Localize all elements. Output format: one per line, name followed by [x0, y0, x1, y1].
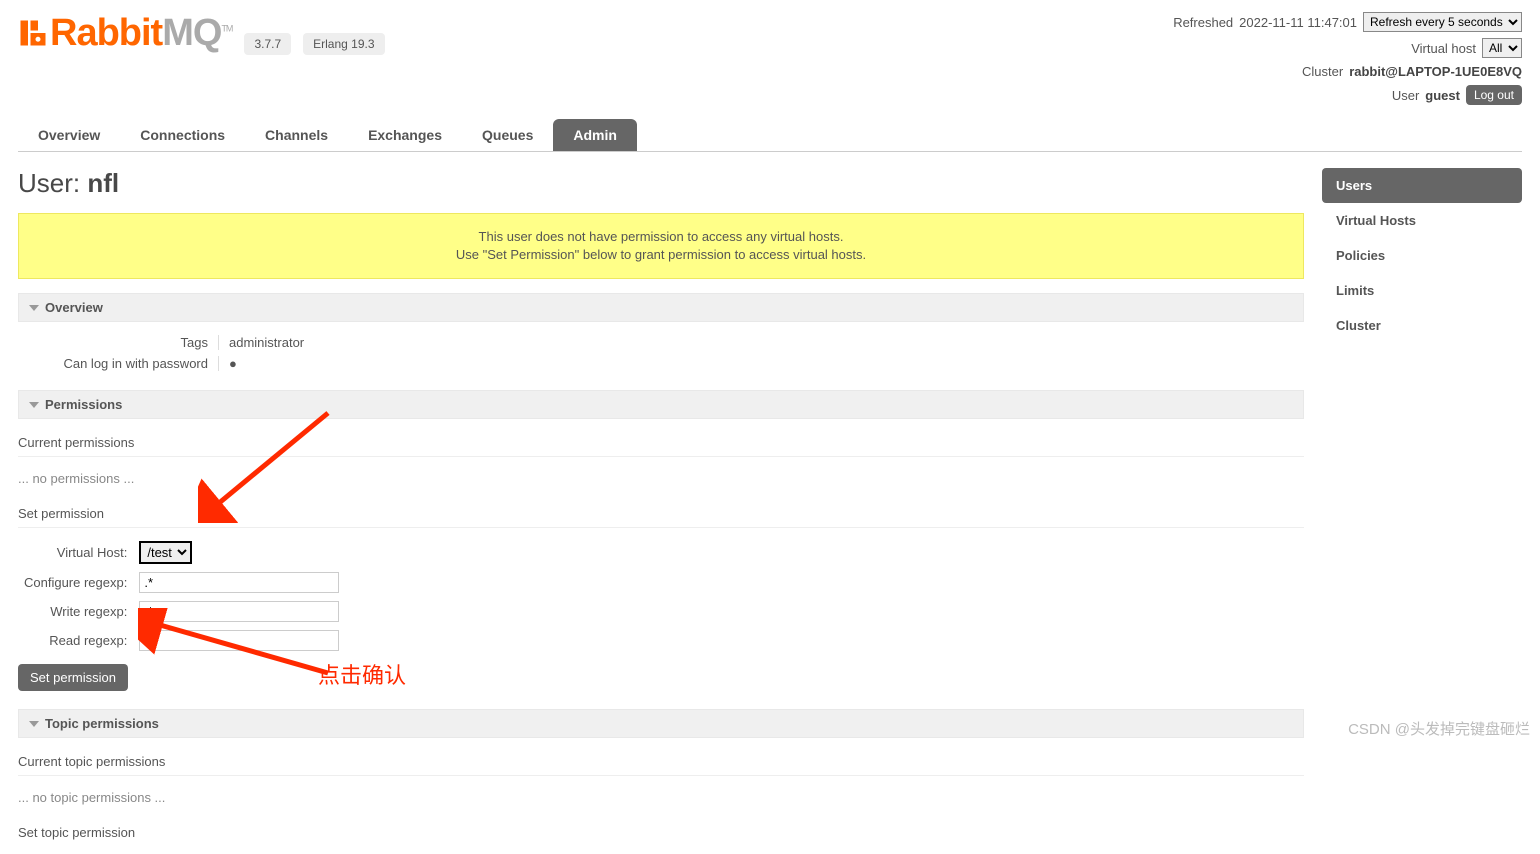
vhost-select[interactable]: All	[1482, 38, 1522, 58]
sidebar-item-policies[interactable]: Policies	[1322, 238, 1522, 273]
sidebar-item-vhosts[interactable]: Virtual Hosts	[1322, 203, 1522, 238]
nav-exchanges[interactable]: Exchanges	[348, 119, 462, 151]
erlang-pill: Erlang 19.3	[303, 33, 384, 55]
chevron-down-icon	[29, 402, 39, 408]
version-pill: 3.7.7	[244, 33, 291, 55]
login-label: Can log in with password	[18, 356, 218, 371]
current-topic-permissions-label: Current topic permissions	[18, 748, 1304, 776]
read-regexp-label: Read regexp:	[20, 627, 133, 654]
annotation-text: 点击确认	[318, 658, 406, 690]
read-regexp-input[interactable]	[139, 630, 339, 651]
page-title: User: nfl	[18, 168, 1304, 199]
nav-queues[interactable]: Queues	[462, 119, 553, 151]
tags-value: administrator	[218, 335, 304, 350]
refreshed-label: Refreshed	[1173, 15, 1233, 30]
set-permission-label: Set permission	[18, 500, 1304, 528]
write-regexp-label: Write regexp:	[20, 598, 133, 625]
logo[interactable]: RabbitMQTM	[18, 12, 232, 55]
overview-section-header[interactable]: Overview	[18, 293, 1304, 322]
login-value: ●	[218, 356, 237, 371]
chevron-down-icon	[29, 721, 39, 727]
topic-permissions-section-header[interactable]: Topic permissions	[18, 709, 1304, 738]
status-area: Refreshed 2022-11-11 11:47:01 Refresh ev…	[1173, 12, 1522, 105]
sidebar-item-limits[interactable]: Limits	[1322, 273, 1522, 308]
write-regexp-input[interactable]	[139, 601, 339, 622]
cluster-label: Cluster	[1302, 64, 1343, 79]
sidebar-item-cluster[interactable]: Cluster	[1322, 308, 1522, 343]
refresh-select[interactable]: Refresh every 5 seconds	[1363, 12, 1522, 32]
main-nav: Overview Connections Channels Exchanges …	[18, 119, 1522, 152]
nav-admin[interactable]: Admin	[553, 119, 637, 151]
nav-connections[interactable]: Connections	[120, 119, 245, 151]
logout-button[interactable]: Log out	[1466, 85, 1522, 105]
vhost-field-select[interactable]: /test	[139, 541, 192, 564]
chevron-down-icon	[29, 305, 39, 311]
permissions-section-header[interactable]: Permissions	[18, 390, 1304, 419]
configure-regexp-label: Configure regexp:	[20, 569, 133, 596]
nav-overview[interactable]: Overview	[18, 119, 120, 151]
no-permissions-text: ... no permissions ...	[18, 465, 1304, 500]
set-topic-permission-label: Set topic permission	[18, 819, 1304, 846]
logo-area: RabbitMQTM 3.7.7 Erlang 19.3	[18, 12, 385, 55]
current-permissions-label: Current permissions	[18, 429, 1304, 457]
set-permission-button[interactable]: Set permission	[18, 664, 128, 691]
cluster-value: rabbit@LAPTOP-1UE0E8VQ	[1349, 64, 1522, 79]
no-topic-permissions-text: ... no topic permissions ...	[18, 784, 1304, 819]
sidebar: Users Virtual Hosts Policies Limits Clus…	[1322, 168, 1522, 854]
tags-label: Tags	[18, 335, 218, 350]
warning-box: This user does not have permission to ac…	[18, 213, 1304, 279]
user-label: User	[1392, 88, 1419, 103]
vhost-field-label: Virtual Host:	[20, 538, 133, 567]
refreshed-time: 2022-11-11 11:47:01	[1239, 15, 1357, 30]
configure-regexp-input[interactable]	[139, 572, 339, 593]
nav-channels[interactable]: Channels	[245, 119, 348, 151]
sidebar-item-users[interactable]: Users	[1322, 168, 1522, 203]
vhost-label: Virtual host	[1411, 41, 1476, 56]
user-value: guest	[1425, 88, 1460, 103]
